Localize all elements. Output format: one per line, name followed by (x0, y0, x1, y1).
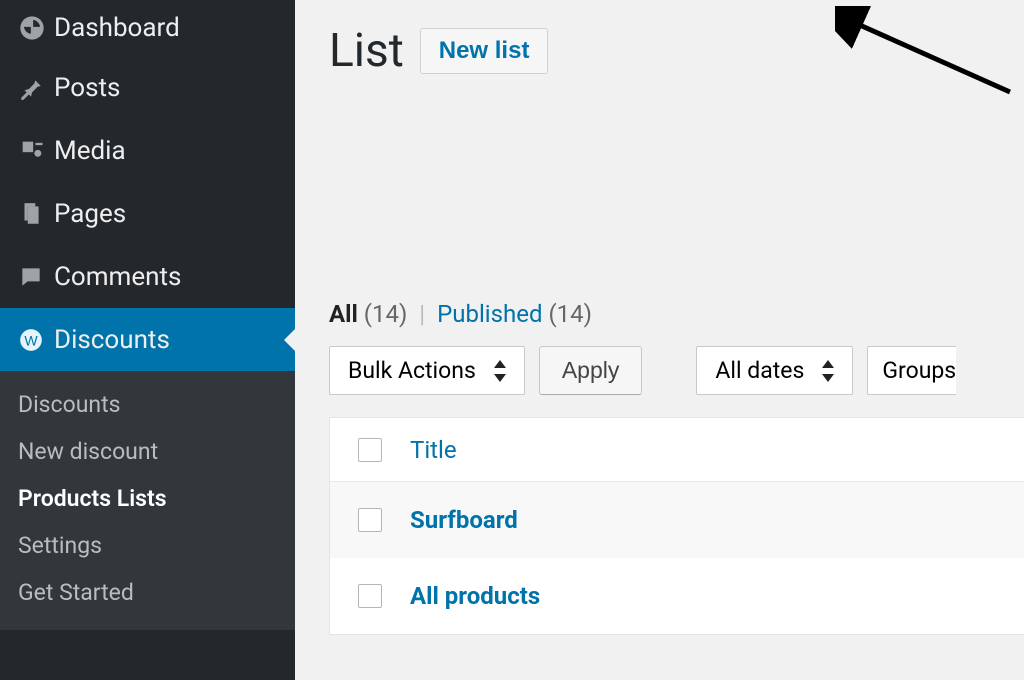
filter-divider: | (419, 300, 425, 328)
table-row[interactable]: Surfboard (330, 482, 1024, 558)
sidebar-item-label: Discounts (54, 325, 170, 355)
dashboard-icon (18, 14, 54, 42)
submenu-item-discounts[interactable]: Discounts (0, 381, 295, 428)
row-title-link[interactable]: Surfboard (410, 506, 518, 534)
sidebar-item-posts[interactable]: Posts (0, 56, 295, 119)
main-content: List New list All (14) | Published (14) … (295, 0, 1024, 680)
sidebar-item-pages[interactable]: Pages (0, 182, 295, 245)
filter-published[interactable]: Published (437, 300, 542, 328)
submenu-item-new-discount[interactable]: New discount (0, 428, 295, 475)
sidebar-item-media[interactable]: Media (0, 119, 295, 182)
arrow-annotation (835, 6, 1024, 116)
caret-sort-icon (822, 360, 834, 382)
list-table: Title Surfboard All products (329, 417, 1024, 635)
sidebar-item-label: Comments (54, 262, 181, 292)
bulk-actions-select[interactable]: Bulk Actions (329, 346, 525, 395)
discounts-icon: W (18, 327, 54, 353)
apply-button[interactable]: Apply (539, 346, 643, 395)
sidebar-item-label: Pages (54, 199, 126, 229)
dates-select[interactable]: All dates (696, 346, 853, 395)
status-filters: All (14) | Published (14) (329, 300, 1024, 328)
admin-sidebar: Dashboard Posts Media Pages Comments W D… (0, 0, 295, 680)
groups-label: Groups (882, 357, 956, 384)
pages-icon (18, 201, 54, 227)
pin-icon (18, 75, 54, 101)
row-title-link[interactable]: All products (410, 582, 540, 610)
sidebar-item-comments[interactable]: Comments (0, 245, 295, 308)
sidebar-item-discounts[interactable]: W Discounts (0, 308, 295, 371)
submenu-item-products-lists[interactable]: Products Lists (0, 475, 295, 522)
column-header-title[interactable]: Title (410, 436, 457, 464)
media-icon (18, 137, 54, 165)
sidebar-item-dashboard[interactable]: Dashboard (0, 0, 295, 56)
bulk-actions-label: Bulk Actions (348, 357, 476, 384)
page-title: List (329, 24, 404, 78)
table-row[interactable]: All products (330, 558, 1024, 634)
select-all-checkbox[interactable] (358, 438, 382, 462)
sidebar-item-label: Dashboard (54, 13, 180, 43)
submenu-item-get-started[interactable]: Get Started (0, 569, 295, 616)
sidebar-item-label: Media (54, 136, 126, 166)
groups-select[interactable]: Groups (867, 346, 956, 395)
filter-published-count: (14) (548, 300, 592, 328)
dates-label: All dates (715, 357, 804, 384)
filter-all-count: (14) (364, 300, 408, 328)
filter-all[interactable]: All (329, 300, 358, 328)
row-checkbox[interactable] (358, 508, 382, 532)
svg-text:W: W (24, 332, 38, 348)
comment-icon (18, 264, 54, 290)
new-list-button[interactable]: New list (420, 28, 549, 74)
caret-sort-icon (494, 360, 506, 382)
submenu-item-settings[interactable]: Settings (0, 522, 295, 569)
sidebar-item-label: Posts (54, 73, 120, 103)
table-header-row: Title (330, 418, 1024, 482)
row-checkbox[interactable] (358, 584, 382, 608)
sidebar-submenu: Discounts New discount Products Lists Se… (0, 371, 295, 630)
